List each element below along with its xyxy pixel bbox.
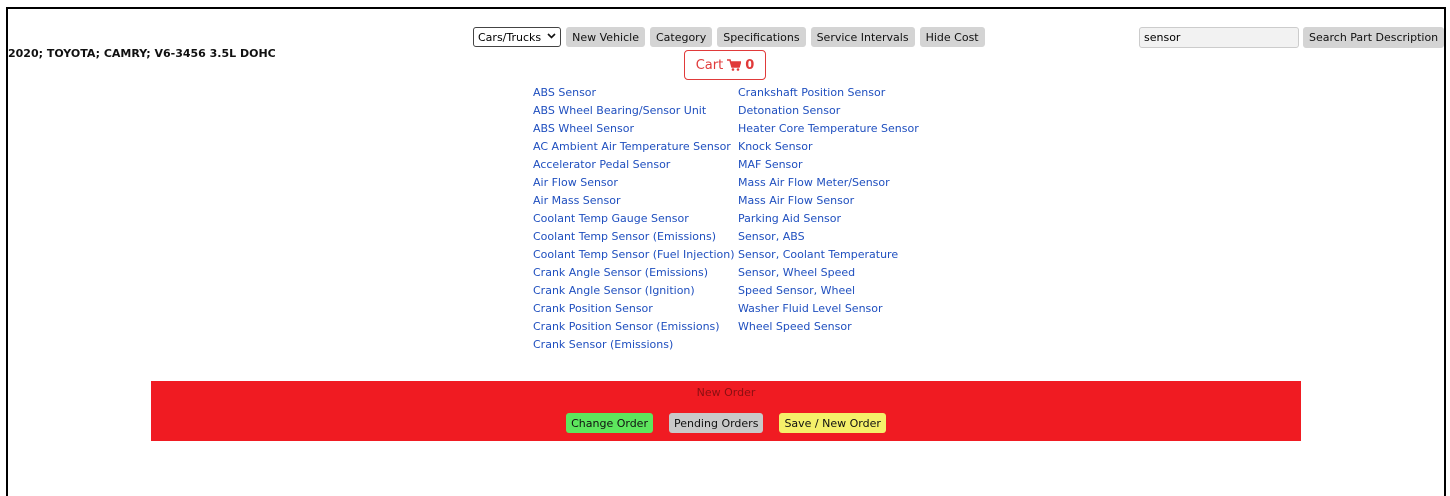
- change-order-button[interactable]: Change Order: [566, 413, 653, 433]
- shopping-cart-icon: [727, 59, 742, 71]
- vehicle-description: 2020; TOYOTA; CAMRY; V6-3456 3.5L DOHC: [8, 47, 276, 60]
- specifications-button[interactable]: Specifications: [717, 27, 806, 47]
- result-link[interactable]: Mass Air Flow Meter/Sensor: [738, 174, 958, 192]
- result-link[interactable]: Crank Angle Sensor (Ignition): [533, 282, 738, 300]
- result-link[interactable]: Crank Angle Sensor (Emissions): [533, 264, 738, 282]
- result-link[interactable]: ABS Wheel Sensor: [533, 120, 738, 138]
- result-link[interactable]: Parking Aid Sensor: [738, 210, 958, 228]
- save-new-order-button[interactable]: Save / New Order: [779, 413, 886, 433]
- search-part-description-button[interactable]: Search Part Description: [1303, 27, 1445, 48]
- service-intervals-button[interactable]: Service Intervals: [810, 27, 915, 47]
- result-link[interactable]: Heater Core Temperature Sensor: [738, 120, 958, 138]
- cart-label: Cart: [695, 57, 724, 73]
- vehicle-type-select[interactable]: Cars/Trucks: [473, 27, 562, 47]
- result-link[interactable]: Air Flow Sensor: [533, 174, 738, 192]
- result-link[interactable]: Washer Fluid Level Sensor: [738, 300, 958, 318]
- vehicle-type-select-value: Cars/Trucks: [478, 30, 542, 44]
- result-link[interactable]: Mass Air Flow Sensor: [738, 192, 958, 210]
- result-link[interactable]: Knock Sensor: [738, 138, 958, 156]
- hide-cost-button[interactable]: Hide Cost: [919, 27, 985, 47]
- result-link[interactable]: Accelerator Pedal Sensor: [533, 156, 738, 174]
- result-link[interactable]: Crank Sensor (Emissions): [533, 336, 738, 354]
- result-link[interactable]: Air Mass Sensor: [533, 192, 738, 210]
- search-input[interactable]: [1139, 27, 1299, 48]
- order-title: New Order: [696, 386, 756, 399]
- new-vehicle-button[interactable]: New Vehicle: [566, 27, 645, 47]
- result-link[interactable]: Coolant Temp Sensor (Emissions): [533, 228, 738, 246]
- order-buttons: Change Order Pending Orders Save / New O…: [151, 413, 1301, 433]
- result-link[interactable]: ABS Wheel Bearing/Sensor Unit: [533, 102, 738, 120]
- result-link[interactable]: MAF Sensor: [738, 156, 958, 174]
- pending-orders-button[interactable]: Pending Orders: [668, 413, 764, 433]
- result-link[interactable]: Crank Position Sensor (Emissions): [533, 318, 738, 336]
- results-column-2: Crankshaft Position Sensor Detonation Sen…: [738, 84, 958, 354]
- order-panel: New Order Change Order Pending Orders Sa…: [151, 381, 1301, 441]
- cart-count: 0: [745, 57, 755, 73]
- result-link[interactable]: Speed Sensor, Wheel: [738, 282, 958, 300]
- result-link[interactable]: AC Ambient Air Temperature Sensor: [533, 138, 738, 156]
- search-results: ABS Sensor ABS Wheel Bearing/Sensor Unit A…: [533, 84, 958, 354]
- results-column-1: ABS Sensor ABS Wheel Bearing/Sensor Unit A…: [533, 84, 738, 354]
- toolbar: Cars/Trucks New Vehicle Category Specifi…: [473, 27, 985, 47]
- cart-button[interactable]: Cart 0: [684, 50, 766, 80]
- result-link[interactable]: Sensor, Wheel Speed: [738, 264, 958, 282]
- result-link[interactable]: Crankshaft Position Sensor: [738, 84, 958, 102]
- result-link[interactable]: ABS Sensor: [533, 84, 738, 102]
- category-button[interactable]: Category: [649, 27, 713, 47]
- result-link[interactable]: Sensor, ABS: [738, 228, 958, 246]
- result-link[interactable]: Sensor, Coolant Temperature: [738, 246, 958, 264]
- chevron-down-icon: [547, 32, 556, 42]
- result-link[interactable]: Coolant Temp Sensor (Fuel Injection): [533, 246, 738, 264]
- result-link[interactable]: Coolant Temp Gauge Sensor: [533, 210, 738, 228]
- result-link[interactable]: Wheel Speed Sensor: [738, 318, 958, 336]
- result-link[interactable]: Crank Position Sensor: [533, 300, 738, 318]
- result-link[interactable]: Detonation Sensor: [738, 102, 958, 120]
